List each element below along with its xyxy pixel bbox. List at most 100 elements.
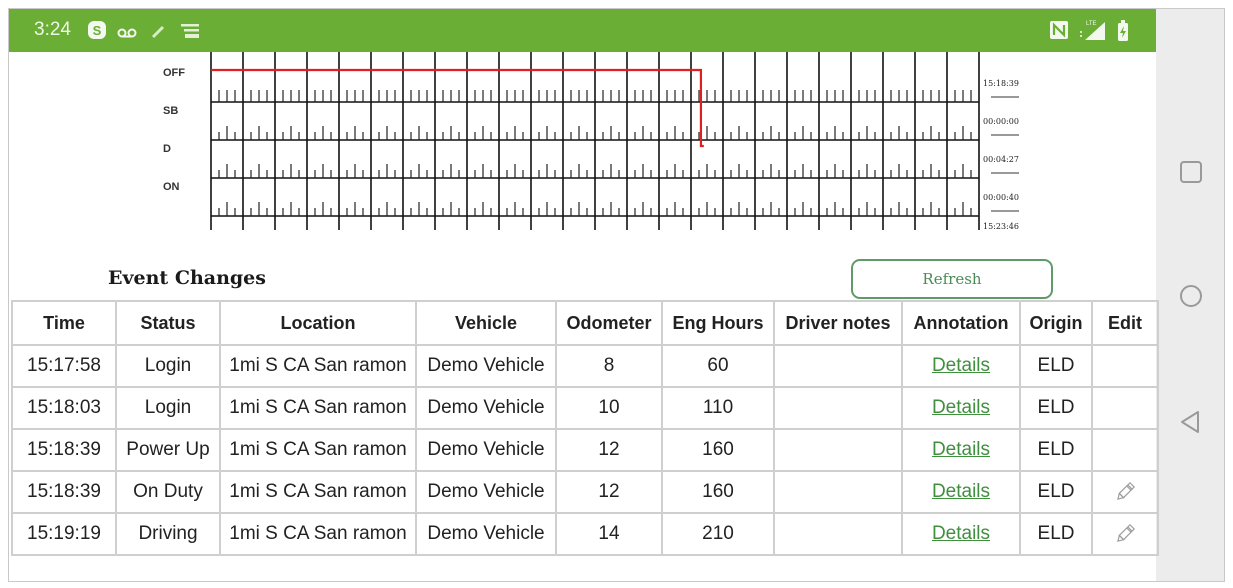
column-header-eng-hours: Eng Hours xyxy=(661,300,775,346)
cell-vehicle: Demo Vehicle xyxy=(415,470,557,514)
recents-icon xyxy=(1180,161,1202,183)
cell-annotation: Details xyxy=(901,386,1021,430)
status-bar: 3:24 S LTE xyxy=(9,9,1156,52)
cell-edit xyxy=(1091,470,1159,514)
row-total-d: 00:04:27 xyxy=(983,155,1019,164)
cell-annotation: Details xyxy=(901,344,1021,388)
log-graph-svg: OFF SB D ON 15:18:39 00:00:00 00:04:27 00:00:40… xyxy=(163,52,1019,231)
grand-total: 15:23:46 xyxy=(983,222,1019,231)
cell-location: 1mi S CA San ramon xyxy=(219,470,417,514)
column-header-time: Time xyxy=(11,300,117,346)
duty-status-line xyxy=(211,68,704,148)
cell-location: 1mi S CA San ramon xyxy=(219,344,417,388)
row-total-off: 15:18:39 xyxy=(983,79,1019,88)
column-header-odometer: Odometer xyxy=(555,300,663,346)
cell-vehicle: Demo Vehicle xyxy=(415,512,557,556)
home-icon xyxy=(1180,285,1202,307)
cell-origin: ELD xyxy=(1019,344,1093,388)
table-row: 15:18:39 Power Up 1mi S CA San ramon Demo V… xyxy=(11,428,1159,472)
column-header-driver-notes: Driver notes xyxy=(773,300,903,346)
cell-eng-hours: 160 xyxy=(661,470,775,514)
back-icon xyxy=(1181,411,1199,433)
svg-text:LTE: LTE xyxy=(1086,21,1097,27)
cell-time: 15:18:03 xyxy=(11,386,117,430)
cell-odometer: 8 xyxy=(555,344,663,388)
duty-status-graph: OFF SB D ON 15:18:39 00:00:00 00:04:27 00:00:40… xyxy=(129,52,1039,252)
table-row: 15:19:19 Driving 1mi S CA San ramon Demo Ve… xyxy=(11,512,1159,556)
cell-driver-notes xyxy=(773,428,903,472)
cell-status: Power Up xyxy=(115,428,221,472)
cell-eng-hours: 60 xyxy=(661,344,775,388)
cell-edit xyxy=(1091,512,1159,556)
cell-location: 1mi S CA San ramon xyxy=(219,512,417,556)
row-label-off: OFF xyxy=(163,67,185,79)
voicemail-icon xyxy=(117,24,137,43)
cell-time: 15:18:39 xyxy=(11,428,117,472)
status-time: 3:24 xyxy=(34,19,71,40)
cell-odometer: 10 xyxy=(555,386,663,430)
pen-icon xyxy=(151,24,165,43)
skype-icon: S xyxy=(87,20,107,44)
cell-driver-notes xyxy=(773,386,903,430)
cell-annotation: Details xyxy=(901,428,1021,472)
recents-button[interactable] xyxy=(1176,157,1206,187)
navigation-bar xyxy=(1156,9,1224,581)
row-total-on: 00:00:40 xyxy=(983,193,1019,202)
edit-pencil-icon[interactable] xyxy=(1113,480,1137,504)
row-label-on: ON xyxy=(163,181,180,193)
row-total-sb: 00:00:00 xyxy=(983,117,1019,126)
cell-time: 15:19:19 xyxy=(11,512,117,556)
cell-status: Login xyxy=(115,386,221,430)
edit-pencil-icon[interactable] xyxy=(1113,522,1137,546)
home-button[interactable] xyxy=(1176,281,1206,311)
cell-time: 15:18:39 xyxy=(11,470,117,514)
column-header-origin: Origin xyxy=(1019,300,1093,346)
cell-edit xyxy=(1091,428,1159,472)
column-header-status: Status xyxy=(115,300,221,346)
row-label-d: D xyxy=(163,143,171,155)
cell-driver-notes xyxy=(773,344,903,388)
cell-vehicle: Demo Vehicle xyxy=(415,344,557,388)
cell-annotation: Details xyxy=(901,512,1021,556)
notification-stack-icon xyxy=(181,23,201,43)
refresh-button[interactable]: Refresh xyxy=(851,259,1053,299)
details-link[interactable]: Details xyxy=(932,523,990,544)
details-link[interactable]: Details xyxy=(932,397,990,418)
cell-annotation: Details xyxy=(901,470,1021,514)
event-changes-table: Time Status Location Vehicle Odometer En… xyxy=(11,300,1159,556)
cell-origin: ELD xyxy=(1019,428,1093,472)
details-link[interactable]: Details xyxy=(932,439,990,460)
cell-status: Login xyxy=(115,344,221,388)
cell-status: On Duty xyxy=(115,470,221,514)
table-header-row: Time Status Location Vehicle Odometer En… xyxy=(11,300,1159,346)
cell-origin: ELD xyxy=(1019,386,1093,430)
cell-driver-notes xyxy=(773,512,903,556)
lte-signal-icon: LTE xyxy=(1077,18,1109,46)
cell-status: Driving xyxy=(115,512,221,556)
cell-edit xyxy=(1091,386,1159,430)
battery-charging-icon xyxy=(1117,20,1129,46)
cell-origin: ELD xyxy=(1019,470,1093,514)
nfc-icon xyxy=(1049,20,1069,44)
cell-eng-hours: 110 xyxy=(661,386,775,430)
details-link[interactable]: Details xyxy=(932,355,990,376)
details-link[interactable]: Details xyxy=(932,481,990,502)
row-label-sb: SB xyxy=(163,105,178,117)
cell-vehicle: Demo Vehicle xyxy=(415,428,557,472)
back-button[interactable] xyxy=(1176,407,1206,437)
cell-eng-hours: 210 xyxy=(661,512,775,556)
event-changes-title: Event Changes xyxy=(108,267,266,289)
cell-location: 1mi S CA San ramon xyxy=(219,428,417,472)
svg-text:S: S xyxy=(93,23,102,38)
device-screen: 3:24 S LTE OFF SB D ON 15:18:39 00:00:00… xyxy=(8,8,1225,582)
cell-eng-hours: 160 xyxy=(661,428,775,472)
cell-edit xyxy=(1091,344,1159,388)
column-header-edit: Edit xyxy=(1091,300,1159,346)
cell-driver-notes xyxy=(773,470,903,514)
table-row: 15:18:39 On Duty 1mi S CA San ramon Demo Ve… xyxy=(11,470,1159,514)
cell-odometer: 12 xyxy=(555,470,663,514)
cell-origin: ELD xyxy=(1019,512,1093,556)
cell-vehicle: Demo Vehicle xyxy=(415,386,557,430)
column-header-location: Location xyxy=(219,300,417,346)
column-header-annotation: Annotation xyxy=(901,300,1021,346)
